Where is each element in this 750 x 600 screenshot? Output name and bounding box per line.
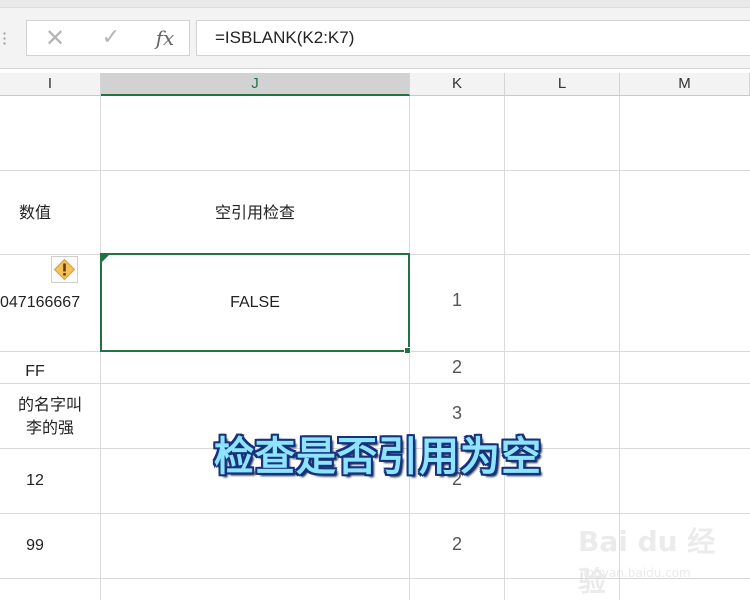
cell-i2[interactable]: 数值 xyxy=(0,171,70,254)
grid-line xyxy=(0,383,750,384)
cell-i6[interactable]: 12 xyxy=(0,449,70,513)
cell-k3[interactable]: 1 xyxy=(410,255,504,345)
warning-icon-graphic xyxy=(53,258,76,281)
cell-k7[interactable]: 2 xyxy=(410,514,504,574)
baidu-watermark: Bai du 经验 jingyan.baidu.com xyxy=(578,520,718,598)
fill-handle[interactable] xyxy=(404,347,411,354)
cell-j2[interactable]: 空引用检查 xyxy=(101,171,409,254)
column-header-j[interactable]: J xyxy=(101,73,410,96)
drag-grip-icon[interactable] xyxy=(3,31,6,45)
ribbon-edge xyxy=(0,0,750,8)
cell-i5[interactable]: 的名字叫 李的强 xyxy=(0,384,100,448)
watermark-logo: Bai du 经验 xyxy=(578,525,716,598)
column-header-l[interactable]: L xyxy=(505,73,620,96)
column-header-k[interactable]: K xyxy=(410,73,505,96)
grid-line xyxy=(0,513,750,514)
enter-check-icon[interactable]: ✓ xyxy=(91,21,131,55)
grid-line xyxy=(504,96,505,600)
insert-function-icon[interactable]: fx xyxy=(145,21,185,55)
formula-buttons: ✕ ✓ fx xyxy=(26,20,190,56)
error-indicator-icon xyxy=(102,255,109,262)
formula-input[interactable]: =ISBLANK(K2:K7) xyxy=(196,20,750,56)
cell-i4[interactable]: FF xyxy=(0,352,70,387)
formula-bar: ✕ ✓ fx =ISBLANK(K2:K7) xyxy=(0,0,750,69)
column-header-m[interactable]: M xyxy=(620,73,750,96)
cancel-icon[interactable]: ✕ xyxy=(35,21,75,55)
formula-text: =ISBLANK(K2:K7) xyxy=(215,28,355,47)
video-caption: 检查是否引用为空 xyxy=(214,434,542,480)
warning-diamond-icon[interactable] xyxy=(51,256,78,283)
cell-i7[interactable]: 99 xyxy=(0,514,70,578)
active-cell-border xyxy=(100,253,410,352)
cell-k4[interactable]: 2 xyxy=(410,352,504,383)
column-header-i[interactable]: I xyxy=(0,73,101,96)
watermark-url: jingyan.baidu.com xyxy=(580,566,691,580)
